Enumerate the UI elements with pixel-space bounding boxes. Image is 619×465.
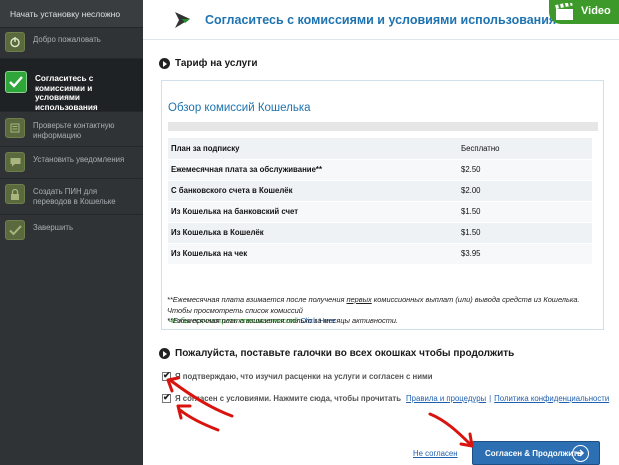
app-logo-icon [173,10,193,30]
rules-link[interactable]: Правила и процедуры [406,394,486,403]
sidebar-step-label: Добро пожаловать [33,35,101,44]
fee-value: $3.95 [458,243,592,265]
privacy-policy-link[interactable]: Политика конфиденциальности [494,394,609,403]
section-arrow-icon [159,348,170,359]
video-label: Video [581,5,611,17]
page-title: Согласитесь с комиссиями и условиями исп… [205,13,557,27]
terms-ack-checkbox[interactable] [162,392,171,403]
fee-value: $2.00 [458,180,592,202]
table-row: Из Кошелька на чек $3.95 [168,243,592,265]
fee-value: $2.50 [458,159,592,181]
fee-value: Бесплатно [458,138,592,160]
sidebar-step-label: Согласитесь с комиссиями и условиями исп… [35,74,98,112]
accept-continue-button[interactable]: Согласен & Продолжить [472,441,600,465]
video-button[interactable]: Video [549,0,619,24]
fee-value: $1.50 [458,201,592,223]
page-header: Согласитесь с комиссиями и условиями исп… [143,0,619,40]
note-line: Чтобы просмотреть список комиссий [167,305,303,315]
power-icon [5,32,25,52]
fee-name: Из Кошелька на банковский счет [168,201,458,223]
chat-bubble-icon [5,152,25,172]
fees-ack-label: Я подтверждаю, что изучил расценки на ус… [175,372,433,381]
sidebar-step-finish[interactable]: Завершить [0,220,143,244]
fee-name: Из Кошелька на чек [168,243,458,265]
fee-name: Ежемесячная плата за обслуживание** [168,159,458,181]
terms-ack-row: Я согласен с условиями. Нажмите сюда, чт… [162,392,609,403]
fees-box: Обзор комиссий Кошелька План за подписку… [161,80,604,330]
fees-section-title: Тариф на услуги [175,58,258,69]
sidebar-step-label: Завершить [33,223,74,232]
fee-notes: **Ежемесячная плата взимается после полу… [167,295,607,327]
fees-ack-checkbox[interactable] [162,370,171,381]
agree-section-title: Пожалуйста, поставьте галочки во всех ок… [175,348,515,359]
clapperboard-icon [555,1,575,21]
sidebar-step-label: Проверьте контактную информацию [33,121,115,140]
note-text: **Ежемесячная плата взимается после полу… [167,295,347,304]
table-row: Ежемесячная плата за обслуживание** $2.50 [168,159,592,181]
sidebar-step-contact-info[interactable]: Проверьте контактную информацию [0,118,143,142]
fees-section-header: Тариф на услуги [159,58,258,69]
table-row: Из Кошелька в Кошелёк $1.50 [168,222,592,244]
sidebar-step-welcome[interactable]: Добро пожаловать [0,32,143,56]
fee-name: План за подписку [168,138,458,160]
table-row: План за подписку Бесплатно [168,138,592,160]
sidebar-step-agree-fees[interactable]: Согласитесь с комиссиями и условиями исп… [0,59,143,112]
terms-ack-label: Я согласен с условиями. Нажмите сюда, чт… [175,394,402,403]
accept-continue-label: Согласен & Продолжить [485,448,582,458]
lock-icon [5,184,25,204]
fee-value: $1.50 [458,222,592,244]
note-line: **Ежемесячная плата взимается только за … [167,316,399,325]
fee-name: С банковского счета в Кошелёк [168,180,458,202]
divider-bar [168,122,598,131]
sidebar: Начать установку несложно Добро пожалова… [0,0,143,465]
arrow-circle-icon [572,445,589,462]
link-separator: | [489,394,492,403]
fee-name: Из Кошелька в Кошелёк [168,222,458,244]
sidebar-step-create-pin[interactable]: Создать ПИН для переводов в Кошельке [0,184,143,212]
section-arrow-icon [159,58,170,69]
checkmark-icon [5,220,25,240]
table-row: С банковского счета в Кошелёк $2.00 [168,180,592,202]
checkmark-icon [5,71,27,93]
sidebar-step-label: Установить уведомления [33,155,125,164]
table-row: Из Кошелька на банковский счет $1.50 [168,201,592,223]
sidebar-step-notifications[interactable]: Установить уведомления [0,152,143,176]
form-icon [5,118,25,138]
fees-box-title: Обзор комиссий Кошелька [168,102,311,114]
sidebar-step-label: Создать ПИН для переводов в Кошельке [33,187,116,206]
decline-button[interactable]: Не согласен [413,449,458,458]
fees-ack-row: Я подтверждаю, что изучил расценки на ус… [162,370,433,381]
note-text: комиссионных выплат (или) вывода средств… [371,295,580,304]
sidebar-title: Начать установку несложно [0,0,143,28]
note-line: **Ежемесячная плата взимается после полу… [167,295,607,306]
note-underlined-word: первых [346,295,372,304]
fees-table: План за подписку Бесплатно Ежемесячная пл… [168,138,592,265]
agree-section-header: Пожалуйста, поставьте галочки во всех ок… [159,348,514,359]
main-content: Тариф на услуги Обзор комиссий Кошелька … [143,41,619,465]
